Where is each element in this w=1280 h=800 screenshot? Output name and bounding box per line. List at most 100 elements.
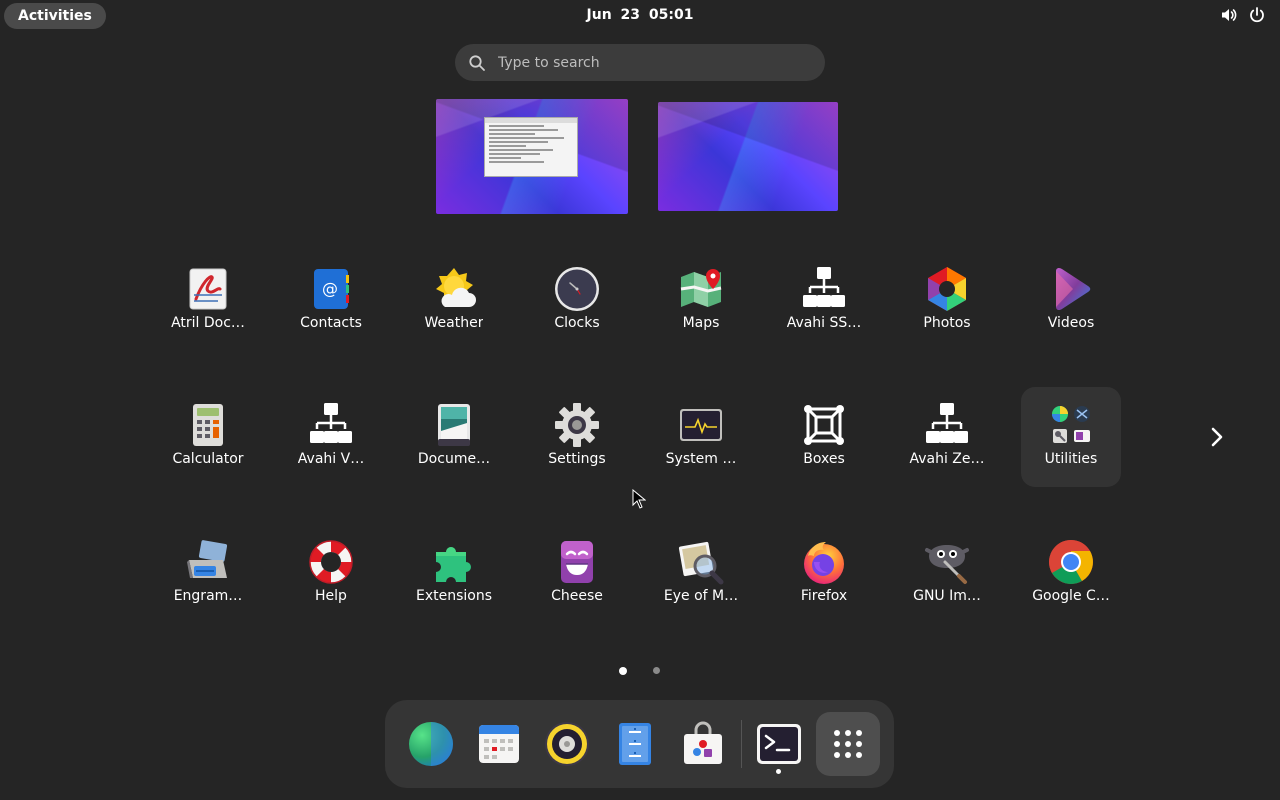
terminal-icon [757, 724, 801, 764]
chrome-icon [1047, 538, 1095, 586]
app-label: Videos [1047, 315, 1095, 331]
system-monitor-icon [677, 401, 725, 449]
contacts-icon: @ [307, 265, 355, 313]
network-icon [923, 401, 971, 449]
document-scanner-icon [430, 401, 478, 449]
app-label: Calculator [172, 451, 244, 467]
window-thumbnail[interactable] [484, 117, 578, 177]
app-label: Cheese [551, 588, 603, 604]
lifebuoy-icon [307, 538, 355, 586]
text-editor-icon [619, 723, 651, 765]
search-icon [469, 54, 485, 71]
dash [385, 700, 894, 788]
app-document-scanner[interactable]: Docume… [404, 387, 504, 487]
app-label: Photos [923, 315, 971, 331]
photos-icon [923, 265, 971, 313]
speaker-icon [545, 722, 589, 766]
app-label: Settings [548, 451, 606, 467]
app-label: Utilities [1044, 451, 1098, 467]
app-weather[interactable]: Weather [404, 251, 504, 351]
app-label: Engram… [173, 588, 243, 604]
app-photos[interactable]: Photos [897, 251, 997, 351]
search-bar[interactable] [455, 44, 825, 81]
app-atril[interactable]: Atril Doc… [158, 251, 258, 351]
app-videos[interactable]: Videos [1021, 251, 1121, 351]
app-label: Boxes [803, 451, 845, 467]
page-dot-2[interactable] [653, 667, 660, 674]
app-label: Avahi SS… [786, 315, 862, 331]
app-google-chrome[interactable]: Google C… [1021, 524, 1121, 624]
gear-icon [553, 401, 601, 449]
app-label: Contacts [300, 315, 362, 331]
folder-utilities-icon [1047, 401, 1095, 449]
workspace-thumbnail-2[interactable] [658, 102, 838, 211]
app-label: Eye of M… [663, 588, 739, 604]
app-label: Avahi V… [297, 451, 365, 467]
dash-separator [741, 720, 742, 768]
app-system-monitor[interactable]: System … [651, 387, 751, 487]
dash-music[interactable] [535, 712, 599, 776]
app-label: Clocks [554, 315, 600, 331]
app-label: System … [665, 451, 737, 467]
weather-icon [430, 265, 478, 313]
dash-web-browser[interactable] [399, 712, 463, 776]
clock-area: Jun 23 05:01 [0, 0, 1280, 31]
app-settings[interactable]: Settings [527, 387, 627, 487]
power-icon[interactable] [1248, 6, 1266, 26]
folder-utilities[interactable]: Utilities [1021, 387, 1121, 487]
app-firefox[interactable]: Firefox [774, 524, 874, 624]
app-cheese[interactable]: Cheese [527, 524, 627, 624]
mouse-cursor-icon [632, 489, 646, 509]
app-label: Firefox [800, 588, 848, 604]
calendar-icon [479, 725, 519, 763]
app-label: Avahi Ze… [909, 451, 985, 467]
software-bag-icon [684, 721, 722, 764]
app-label: Maps [682, 315, 720, 331]
app-engrampa[interactable]: Engram… [158, 524, 258, 624]
network-icon [800, 265, 848, 313]
app-eye-of-mate[interactable]: Eye of M… [651, 524, 751, 624]
engrampa-icon [184, 538, 232, 586]
app-contacts[interactable]: @ Contacts [281, 251, 381, 351]
clock-button[interactable]: Jun 23 05:01 [587, 7, 694, 23]
clocks-icon [553, 265, 601, 313]
dash-text-editor[interactable] [603, 712, 667, 776]
puzzle-icon [430, 538, 478, 586]
app-maps[interactable]: Maps [651, 251, 751, 351]
dash-terminal[interactable] [747, 712, 811, 776]
image-viewer-icon [677, 538, 725, 586]
globe-icon [409, 722, 453, 766]
app-avahi-vnc[interactable]: Avahi V… [281, 387, 381, 487]
app-label: Extensions [415, 588, 493, 604]
app-help[interactable]: Help [281, 524, 381, 624]
activities-button[interactable]: Activities [4, 3, 106, 29]
app-label: GNU Im… [913, 588, 981, 604]
workspace-thumbnail-1[interactable] [436, 99, 628, 214]
app-calculator[interactable]: Calculator [158, 387, 258, 487]
system-tray[interactable] [1220, 6, 1266, 26]
dash-software[interactable] [671, 712, 735, 776]
next-page-button[interactable] [1204, 424, 1230, 450]
page-dot-1[interactable] [619, 667, 627, 675]
svg-text:@: @ [322, 279, 338, 298]
dash-calendar[interactable] [467, 712, 531, 776]
search-input[interactable] [496, 53, 796, 72]
chevron-right-icon [1211, 427, 1223, 447]
cheese-icon [553, 538, 601, 586]
app-avahi-zeroconf[interactable]: Avahi Ze… [897, 387, 997, 487]
top-bar: Activities Jun 23 05:01 [0, 0, 1280, 32]
running-indicator [776, 769, 781, 774]
calculator-icon [184, 401, 232, 449]
volume-icon[interactable] [1220, 6, 1238, 26]
app-label: Help [315, 588, 347, 604]
atril-icon [184, 265, 232, 313]
app-extensions[interactable]: Extensions [404, 524, 504, 624]
app-gimp[interactable]: GNU Im… [897, 524, 997, 624]
app-boxes[interactable]: Boxes [774, 387, 874, 487]
app-label: Google C… [1032, 588, 1110, 604]
firefox-icon [800, 538, 848, 586]
show-apps-button[interactable] [816, 712, 880, 776]
app-avahi-ssh[interactable]: Avahi SS… [774, 251, 874, 351]
gimp-icon [923, 538, 971, 586]
app-clocks[interactable]: Clocks [527, 251, 627, 351]
